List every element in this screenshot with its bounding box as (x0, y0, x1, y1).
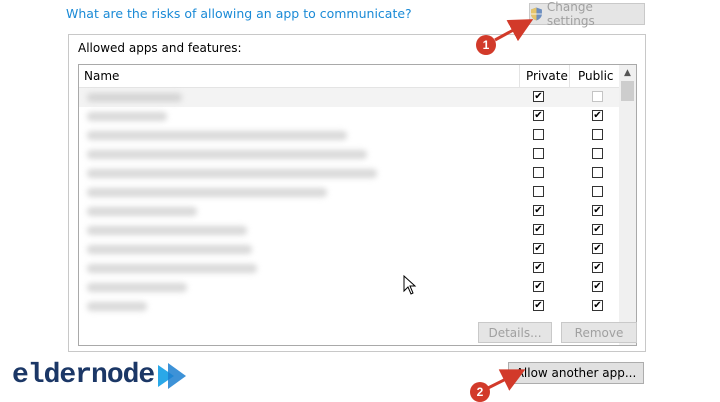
step-badge-1: 1 (476, 35, 496, 55)
mouse-cursor-icon (403, 275, 417, 295)
arrow-2 (487, 369, 526, 391)
eldernode-logo: eldernode (12, 360, 188, 391)
arrow-1 (494, 19, 534, 42)
logo-play-icon (158, 362, 187, 389)
logo-text: eldernode (12, 360, 155, 391)
annotation-arrows (487, 19, 534, 391)
step-badge-2: 2 (470, 382, 490, 402)
